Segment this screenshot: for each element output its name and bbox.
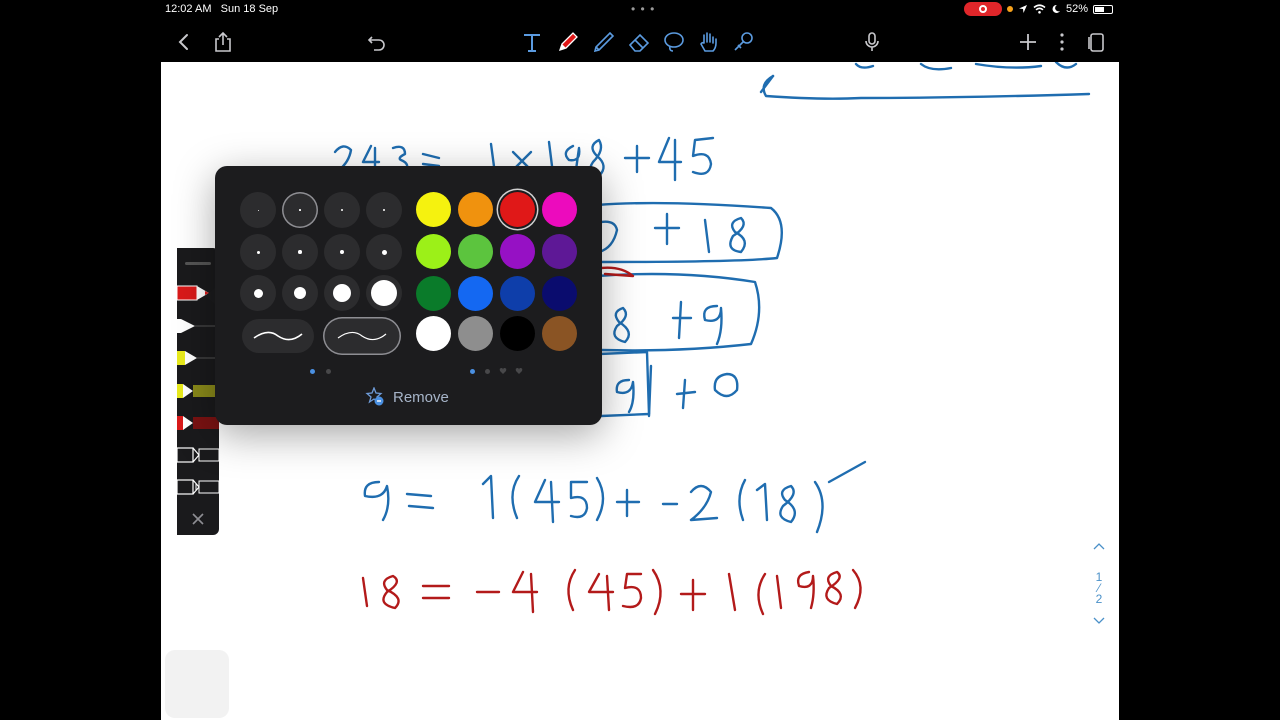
stroke-style-2[interactable]	[323, 317, 401, 355]
battery-icon	[1093, 4, 1113, 14]
remove-button[interactable]: Remove	[365, 387, 449, 407]
size-option-1[interactable]	[240, 192, 276, 228]
remove-label: Remove	[393, 388, 449, 406]
size-option-10[interactable]	[282, 275, 318, 311]
color-swatch-12[interactable]	[542, 276, 577, 311]
size-option-5[interactable]	[240, 234, 276, 270]
toolbar	[161, 20, 1119, 62]
outline-pencil-icon[interactable]	[177, 478, 219, 496]
lasso-tool-icon[interactable]	[661, 29, 687, 55]
highlighter-tool-icon[interactable]	[591, 29, 617, 55]
dark-red-marker-icon[interactable]	[177, 414, 219, 432]
size-page-dot-1[interactable]	[310, 369, 315, 374]
favorite-colors-heart-icon[interactable]	[499, 367, 507, 375]
remove-favorite-icon	[365, 387, 384, 406]
color-swatch-4[interactable]	[542, 192, 577, 227]
more-icon[interactable]	[1049, 29, 1075, 55]
color-swatch-9[interactable]	[416, 276, 451, 311]
color-page-dot-2[interactable]	[485, 369, 490, 374]
battery-percent: 52%	[1065, 3, 1088, 15]
moon-icon	[1052, 4, 1060, 13]
color-swatch-7[interactable]	[500, 234, 535, 269]
status-time: 12:02 AM Sun 18 Sep	[165, 3, 279, 15]
size-option-3[interactable]	[324, 192, 360, 228]
previous-page-icon[interactable]	[1092, 541, 1106, 551]
text-tool-icon[interactable]	[519, 29, 545, 55]
hand-tool-icon[interactable]	[696, 29, 722, 55]
size-option-2[interactable]	[282, 192, 318, 228]
eraser-tool-icon[interactable]	[626, 29, 652, 55]
location-icon	[1018, 5, 1027, 13]
mic-in-use-icon	[1006, 6, 1013, 12]
size-option-12[interactable]	[366, 275, 402, 311]
color-swatch-3[interactable]	[500, 192, 535, 227]
page-navigator: 1 ⁄ 2	[1089, 540, 1109, 629]
microphone-icon[interactable]	[859, 29, 885, 55]
pen-settings-popup: Remove	[215, 166, 602, 425]
screen-recording-icon[interactable]	[963, 2, 1002, 16]
color-swatch-2[interactable]	[458, 192, 493, 227]
ipad-screen: 12:02 AM Sun 18 Sep • • • 52% Remove 1 ⁄…	[161, 0, 1119, 720]
size-option-6[interactable]	[282, 234, 318, 270]
shape-tool-icon[interactable]	[731, 29, 757, 55]
close-palette-icon[interactable]	[191, 512, 205, 526]
pen-tool-icon[interactable]	[555, 29, 581, 55]
total-page-number: 2	[1095, 592, 1103, 606]
page-thumbnail[interactable]	[165, 650, 229, 718]
favorite-colors-heart-icon-2[interactable]	[515, 367, 523, 375]
color-swatch-10[interactable]	[458, 276, 493, 311]
color-swatch-15[interactable]	[500, 316, 535, 351]
add-icon[interactable]	[1015, 29, 1041, 55]
status-bar: 12:02 AM Sun 18 Sep • • • 52%	[161, 0, 1119, 20]
size-option-11[interactable]	[324, 275, 360, 311]
popup-arrow	[205, 288, 215, 304]
size-option-9[interactable]	[240, 275, 276, 311]
color-swatch-6[interactable]	[458, 234, 493, 269]
undo-icon[interactable]	[364, 29, 390, 55]
size-page-dot-2[interactable]	[326, 369, 331, 374]
color-swatch-16[interactable]	[542, 316, 577, 351]
color-swatch-14[interactable]	[458, 316, 493, 351]
wifi-icon	[1033, 4, 1046, 14]
multitasking-dots-icon[interactable]: • • •	[631, 2, 655, 16]
color-swatch-1[interactable]	[416, 192, 451, 227]
stroke-style-1[interactable]	[242, 319, 314, 353]
olive-highlighter-icon[interactable]	[177, 382, 219, 400]
pages-icon[interactable]	[1083, 29, 1109, 55]
share-icon[interactable]	[210, 29, 236, 55]
outline-pen-icon[interactable]	[177, 446, 219, 464]
size-option-8[interactable]	[366, 234, 402, 270]
next-page-icon[interactable]	[1092, 616, 1106, 626]
status-right: 52%	[963, 2, 1113, 16]
color-page-dot-1[interactable]	[470, 369, 475, 374]
palette-drag-handle[interactable]	[185, 262, 211, 265]
color-swatch-11[interactable]	[500, 276, 535, 311]
size-option-7[interactable]	[324, 234, 360, 270]
page-separator: ⁄	[1097, 581, 1100, 595]
yellow-highlighter-icon[interactable]	[177, 349, 219, 367]
color-swatch-5[interactable]	[416, 234, 451, 269]
back-icon[interactable]	[171, 29, 197, 55]
size-option-4[interactable]	[366, 192, 402, 228]
color-swatch-8[interactable]	[542, 234, 577, 269]
white-pen-icon[interactable]	[177, 317, 219, 335]
color-swatch-13[interactable]	[416, 316, 451, 351]
